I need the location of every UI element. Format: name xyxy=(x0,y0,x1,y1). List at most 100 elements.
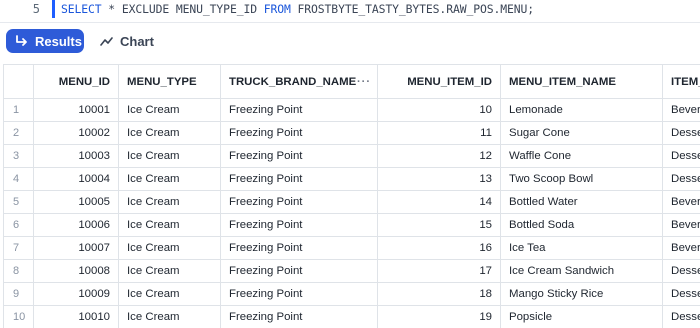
table-cell[interactable]: Desse xyxy=(662,282,700,306)
table-cell[interactable]: 10 xyxy=(377,98,501,122)
column-header[interactable]: MENU_ITEM_ID xyxy=(377,64,501,99)
table-cell[interactable]: 10005 xyxy=(33,190,119,214)
results-table: MENU_ID MENU_TYPE TRUCK_BRAND_NAME ··· ME… xyxy=(3,64,700,328)
table-cell[interactable]: Ice Tea xyxy=(500,236,663,260)
table-cell[interactable]: Ice Cream xyxy=(118,282,221,306)
more-options-icon[interactable]: ··· xyxy=(357,76,371,88)
table-cell[interactable]: 10004 xyxy=(33,167,119,191)
table-header-row: MENU_ID MENU_TYPE TRUCK_BRAND_NAME ··· ME… xyxy=(3,64,700,99)
row-index: 2 xyxy=(3,121,34,145)
table-row[interactable]: 9 10009 Ice Cream Freezing Point 18 Mango Sti… xyxy=(3,282,700,306)
table-cell[interactable]: 12 xyxy=(377,144,501,168)
table-cell[interactable]: Desse xyxy=(662,167,700,191)
table-cell[interactable]: Bevera xyxy=(662,236,700,260)
sql-statement[interactable]: SELECT * EXCLUDE MENU_TYPE_ID FROM FROST… xyxy=(61,2,534,16)
table-row[interactable]: 7 10007 Ice Cream Freezing Point 16 Ice Tea Be… xyxy=(3,236,700,260)
table-cell[interactable]: 15 xyxy=(377,213,501,237)
table-cell[interactable]: 13 xyxy=(377,167,501,191)
table-cell[interactable]: 10008 xyxy=(33,259,119,283)
return-arrow-icon xyxy=(16,35,27,46)
row-index: 4 xyxy=(3,167,34,191)
table-cell[interactable]: Desse xyxy=(662,305,700,328)
table-row[interactable]: 3 10003 Ice Cream Freezing Point 12 Waffle Co… xyxy=(3,144,700,168)
table-cell[interactable]: Lemonade xyxy=(500,98,663,122)
table-row[interactable]: 5 10005 Ice Cream Freezing Point 14 Bottled W… xyxy=(3,190,700,214)
table-cell[interactable]: Freezing Point xyxy=(220,236,378,260)
table-cell[interactable]: 10007 xyxy=(33,236,119,260)
table-cell[interactable]: Two Scoop Bowl xyxy=(500,167,663,191)
table-cell[interactable]: Bottled Water xyxy=(500,190,663,214)
table-cell[interactable]: Ice Cream xyxy=(118,305,221,328)
table-cell[interactable]: Bevera xyxy=(662,98,700,122)
table-cell[interactable]: Ice Cream xyxy=(118,167,221,191)
row-index: 3 xyxy=(3,144,34,168)
sql-editor[interactable]: 5 SELECT * EXCLUDE MENU_TYPE_ID FROM FRO… xyxy=(0,0,700,22)
results-toolbar: Results Chart xyxy=(0,23,700,64)
results-tab-button[interactable]: Results xyxy=(6,29,84,53)
table-cell[interactable]: Ice Cream xyxy=(118,190,221,214)
table-row[interactable]: 4 10004 Ice Cream Freezing Point 13 Two Scoop… xyxy=(3,167,700,191)
table-cell[interactable]: Desse xyxy=(662,121,700,145)
table-cell[interactable]: 10002 xyxy=(33,121,119,145)
column-header[interactable]: MENU_ID xyxy=(33,64,119,99)
column-header[interactable]: ITEM_ xyxy=(662,64,700,99)
table-cell[interactable]: 10009 xyxy=(33,282,119,306)
table-cell[interactable]: Freezing Point xyxy=(220,98,378,122)
table-row[interactable]: 1 10001 Ice Cream Freezing Point 10 Lemonade B… xyxy=(3,98,700,122)
column-header[interactable]: MENU_ITEM_NAME xyxy=(500,64,663,99)
table-cell[interactable]: Ice Cream xyxy=(118,144,221,168)
table-cell[interactable]: 11 xyxy=(377,121,501,145)
results-label: Results xyxy=(35,33,82,49)
table-cell[interactable]: Freezing Point xyxy=(220,305,378,328)
chart-label: Chart xyxy=(120,33,154,49)
table-cell[interactable]: Sugar Cone xyxy=(500,121,663,145)
row-index: 8 xyxy=(3,259,34,283)
table-cell[interactable]: Bevera xyxy=(662,190,700,214)
active-line-indicator xyxy=(52,0,55,18)
table-cell[interactable]: 10010 xyxy=(33,305,119,328)
table-cell[interactable]: Ice Cream Sandwich xyxy=(500,259,663,283)
code-segment: * EXCLUDE MENU_TYPE_ID xyxy=(101,2,264,16)
table-cell[interactable]: Freezing Point xyxy=(220,213,378,237)
row-index-header xyxy=(3,64,34,99)
table-cell[interactable]: Bevera xyxy=(662,213,700,237)
table-cell[interactable]: 14 xyxy=(377,190,501,214)
chart-tab-button[interactable]: Chart xyxy=(100,29,154,53)
table-cell[interactable]: Freezing Point xyxy=(220,121,378,145)
table-cell[interactable]: Waffle Cone xyxy=(500,144,663,168)
row-index: 7 xyxy=(3,236,34,260)
table-cell[interactable]: 19 xyxy=(377,305,501,328)
table-cell[interactable]: Ice Cream xyxy=(118,213,221,237)
row-index: 10 xyxy=(3,305,34,328)
table-cell[interactable]: 18 xyxy=(377,282,501,306)
table-cell[interactable]: Freezing Point xyxy=(220,282,378,306)
table-row[interactable]: 2 10002 Ice Cream Freezing Point 11 Sugar Con… xyxy=(3,121,700,145)
table-cell[interactable]: Freezing Point xyxy=(220,144,378,168)
table-cell[interactable]: Mango Sticky Rice xyxy=(500,282,663,306)
table-cell[interactable]: Bottled Soda xyxy=(500,213,663,237)
line-number: 5 xyxy=(32,2,40,16)
table-cell[interactable]: 16 xyxy=(377,236,501,260)
table-cell[interactable]: 10006 xyxy=(33,213,119,237)
table-cell[interactable]: Freezing Point xyxy=(220,259,378,283)
table-cell[interactable]: 10003 xyxy=(33,144,119,168)
table-row[interactable]: 6 10006 Ice Cream Freezing Point 15 Bottled S… xyxy=(3,213,700,237)
table-row[interactable]: 10 10010 Ice Cream Freezing Point 19 Popsicle… xyxy=(3,305,700,328)
table-cell[interactable]: Desse xyxy=(662,144,700,168)
table-cell[interactable]: 10001 xyxy=(33,98,119,122)
trend-line-icon xyxy=(100,36,113,46)
table-cell[interactable]: Desse xyxy=(662,259,700,283)
table-cell[interactable]: Popsicle xyxy=(500,305,663,328)
table-cell[interactable]: Ice Cream xyxy=(118,236,221,260)
table-cell[interactable]: Ice Cream xyxy=(118,121,221,145)
table-cell[interactable]: Freezing Point xyxy=(220,190,378,214)
column-header[interactable]: TRUCK_BRAND_NAME ··· xyxy=(220,64,378,99)
table-cell[interactable]: 17 xyxy=(377,259,501,283)
column-header-label: TRUCK_BRAND_NAME xyxy=(229,75,357,88)
table-cell[interactable]: Ice Cream xyxy=(118,98,221,122)
table-cell[interactable]: Freezing Point xyxy=(220,167,378,191)
table-cell[interactable]: Ice Cream xyxy=(118,259,221,283)
row-index: 9 xyxy=(3,282,34,306)
table-row[interactable]: 8 10008 Ice Cream Freezing Point 17 Ice Cream… xyxy=(3,259,700,283)
column-header[interactable]: MENU_TYPE xyxy=(118,64,221,99)
